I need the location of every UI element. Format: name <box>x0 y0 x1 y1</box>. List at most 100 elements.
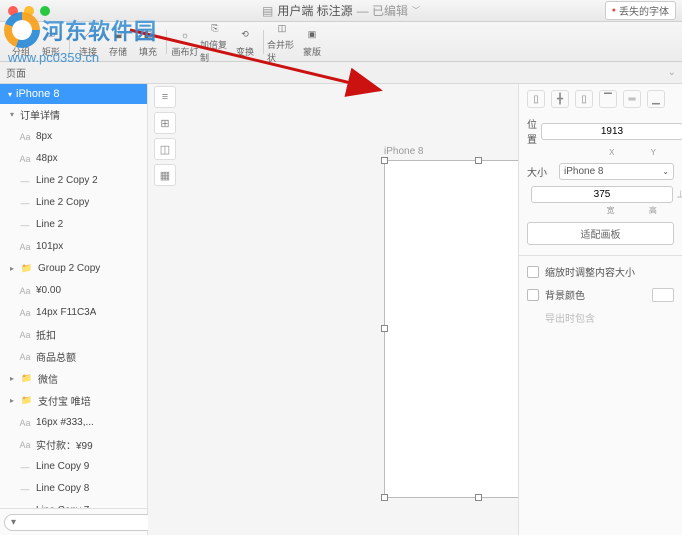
toolbar-icon: ☼ <box>176 26 194 44</box>
align-middle-icon[interactable]: ═ <box>623 90 641 108</box>
position-label: 位置 <box>527 116 537 146</box>
align-top-icon[interactable]: ▔ <box>599 90 617 108</box>
layer-item[interactable]: Aa16px #333,... <box>0 412 147 434</box>
traffic-lights <box>8 6 50 16</box>
missing-font-badge[interactable]: 丢失的字体 <box>605 1 676 20</box>
bg-color-swatch[interactable] <box>652 288 674 302</box>
layer-item[interactable]: —Line 2 Copy <box>0 192 147 214</box>
toolbar-icon: ▣ <box>303 26 321 44</box>
layer-item[interactable]: —Line Copy 9 <box>0 456 147 478</box>
layer-item[interactable]: ▸📁微信 <box>0 368 147 390</box>
layer-item[interactable]: Aa14px F11C3A <box>0 302 147 324</box>
size-label: 大小 <box>527 164 555 179</box>
layer-item[interactable]: Aa抵扣 <box>0 324 147 346</box>
artboard-frame[interactable] <box>384 160 518 498</box>
toolbar-蒙版[interactable]: ▣蒙版 <box>297 26 327 58</box>
align-center-icon[interactable]: ╋ <box>551 90 569 108</box>
text-icon: Aa <box>18 330 32 340</box>
disclosure-icon[interactable]: ▾ <box>10 110 18 119</box>
disclosure-icon[interactable]: ▸ <box>10 264 18 273</box>
layer-item[interactable]: Aa8px <box>0 126 147 148</box>
toolbar-填充[interactable]: ◧填充 <box>133 26 163 58</box>
width-input[interactable] <box>531 186 673 203</box>
canvas-tool-strip: ≡ ⊞ ◫ ▦ <box>154 86 176 186</box>
layer-item[interactable]: Aa48px <box>0 148 147 170</box>
align-tool-icon[interactable]: ≡ <box>154 86 176 108</box>
folder-icon: 📁 <box>20 263 34 274</box>
pages-strip: 页面 ⌄ <box>0 62 682 84</box>
lock-icon[interactable]: ⟂ <box>677 189 682 200</box>
layer-item[interactable]: Aa商品总额 <box>0 346 147 368</box>
folder-icon: 📁 <box>20 395 34 406</box>
close-icon[interactable] <box>8 6 18 16</box>
text-icon: Aa <box>18 154 32 164</box>
chevron-down-icon: ⌄ <box>662 167 669 176</box>
toolbar-icon: ⬓ <box>109 26 127 44</box>
inspector-panel: ▯ ╋ ▯ ▔ ═ ▁ 位置 XY 大小 iPhone 8⌄ ⟂ 宽高 适配画板 <box>518 84 682 535</box>
text-icon: Aa <box>18 132 32 142</box>
toolbar-icon: ▭ <box>42 26 60 44</box>
resize-handle[interactable] <box>381 494 388 501</box>
grid-tool-icon[interactable]: ▦ <box>154 164 176 186</box>
minimize-icon[interactable] <box>24 6 34 16</box>
toolbar-分组[interactable]: ▭分组 <box>6 26 36 58</box>
align-left-icon[interactable]: ▯ <box>527 90 545 108</box>
toolbar-合并形状[interactable]: ◫合并形状 <box>267 19 297 64</box>
artboard-label[interactable]: iPhone 8 <box>384 146 423 157</box>
layer-item[interactable]: —Line 2 <box>0 214 147 236</box>
toolbar-矩形[interactable]: ▭矩形 <box>36 26 66 58</box>
layer-item[interactable]: Aa实付款：¥99 <box>0 434 147 456</box>
resize-handle[interactable] <box>475 494 482 501</box>
line-icon: — <box>18 176 32 186</box>
layer-list: Aa8pxAa48px—Line 2 Copy 2—Line 2 Copy—Li… <box>0 126 147 508</box>
line-icon: — <box>18 220 32 230</box>
text-icon: Aa <box>18 242 32 252</box>
chevron-down-icon[interactable]: ﹀ <box>412 5 420 16</box>
resize-handle[interactable] <box>381 157 388 164</box>
layer-item[interactable]: —Line Copy 7 <box>0 500 147 508</box>
toolbar-连接[interactable]: ⟋连接 <box>73 26 103 58</box>
toolbar: ▭分组▭矩形⟋连接⬓存储◧填充☼画布灯⎘加倍复制⟲变换◫合并形状▣蒙版 <box>0 22 682 62</box>
layer-item[interactable]: —Line 2 Copy 2 <box>0 170 147 192</box>
fit-artboard-button[interactable]: 适配画板 <box>527 222 674 245</box>
layer-item[interactable]: ▸📁支付宝 唯培 <box>0 390 147 412</box>
align-bottom-icon[interactable]: ▁ <box>647 90 665 108</box>
artboard-header[interactable]: ▾ iPhone 8 <box>0 84 147 104</box>
resize-content-checkbox[interactable] <box>527 266 539 278</box>
doc-icon: ▤ <box>262 4 273 18</box>
disclosure-icon[interactable]: ▸ <box>10 396 18 405</box>
distribute-tool-icon[interactable]: ⊞ <box>154 112 176 134</box>
toolbar-变换[interactable]: ⟲变换 <box>230 26 260 58</box>
toolbar-画布灯[interactable]: ☼画布灯 <box>170 26 200 58</box>
layer-item[interactable]: ▸📁Group 2 Copy <box>0 258 147 280</box>
toolbar-icon: ▭ <box>12 26 30 44</box>
toolbar-存储[interactable]: ⬓存储 <box>103 26 133 58</box>
titlebar: ▤ 用户端 标注源 — 已编辑 ﹀ 丢失的字体 <box>0 0 682 22</box>
text-icon: Aa <box>18 352 32 362</box>
disclosure-icon[interactable]: ▸ <box>10 374 18 383</box>
canvas[interactable]: ≡ ⊞ ◫ ▦ iPhone 8 <box>148 84 518 535</box>
text-icon: Aa <box>18 308 32 318</box>
toolbar-加倍复制[interactable]: ⎘加倍复制 <box>200 19 230 64</box>
toolbar-icon: ⟲ <box>236 26 254 44</box>
search-input[interactable] <box>4 514 160 531</box>
zoom-icon[interactable] <box>40 6 50 16</box>
line-icon: — <box>18 484 32 494</box>
pos-x-input[interactable] <box>541 123 682 140</box>
resize-handle[interactable] <box>475 157 482 164</box>
align-right-icon[interactable]: ▯ <box>575 90 593 108</box>
size-preset-select[interactable]: iPhone 8⌄ <box>559 163 674 180</box>
layer-item[interactable]: Aa¥0.00 <box>0 280 147 302</box>
export-include-label: 导出时包含 <box>545 310 674 325</box>
arrange-tool-icon[interactable]: ◫ <box>154 138 176 160</box>
line-icon: — <box>18 462 32 472</box>
bg-color-checkbox[interactable] <box>527 289 539 301</box>
layer-item[interactable]: —Line Copy 8 <box>0 478 147 500</box>
resize-handle[interactable] <box>381 325 388 332</box>
layer-group-head[interactable]: ▾ 订单详情 <box>0 104 147 126</box>
sidebar-search <box>0 508 147 535</box>
toolbar-icon: ⟋ <box>79 26 97 44</box>
chevron-icon[interactable]: ⌄ <box>668 67 676 78</box>
pages-label[interactable]: 页面 <box>6 65 26 80</box>
layer-item[interactable]: Aa101px <box>0 236 147 258</box>
